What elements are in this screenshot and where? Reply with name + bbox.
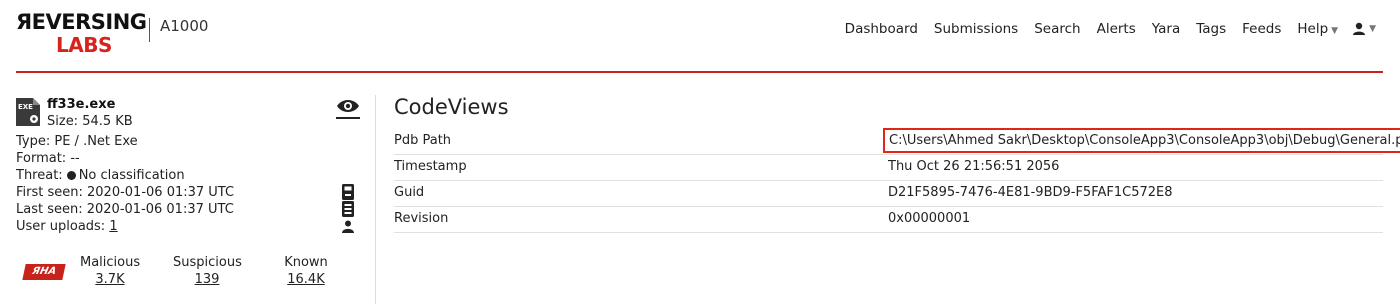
nav-alerts[interactable]: Alerts: [1097, 21, 1136, 37]
first-seen: First seen: 2020-01-06 01:37 UTC: [16, 185, 235, 200]
file-size: Size: 54.5 KB: [47, 114, 133, 129]
user-menu[interactable]: ▼: [1352, 22, 1376, 36]
last-seen: Last seen: 2020-01-06 01:37 UTC: [16, 202, 234, 217]
file-format: Format: --: [16, 151, 80, 166]
file-name[interactable]: ff33e.exe: [47, 97, 115, 112]
stat-malicious: Malicious 3.7K: [80, 255, 140, 287]
logo-text-bottom: LABS: [56, 33, 112, 57]
table-row: Revision 0x00000001: [394, 207, 1383, 233]
rha-badge: ЯHA: [22, 264, 66, 280]
user-uploads-label: User uploads:: [16, 219, 106, 234]
storage-icon[interactable]: [342, 201, 354, 217]
user-icon: [1353, 22, 1366, 35]
top-header: ЯEVERSING LABS A1000 Dashboard Submissio…: [0, 0, 1400, 74]
status-dot-icon: [66, 170, 76, 180]
stat-malicious-value[interactable]: 3.7K: [80, 272, 140, 287]
reversinglabs-logo[interactable]: ЯEVERSING LABS: [16, 10, 147, 58]
row-key: Revision: [394, 211, 449, 226]
header-red-rule: [16, 71, 1383, 73]
nav-help[interactable]: Help ▼: [1297, 21, 1338, 37]
pdb-path-value: C:\Users\Ahmed Sakr\Desktop\ConsoleApp3\…: [882, 128, 1400, 153]
nav-yara[interactable]: Yara: [1152, 21, 1180, 37]
table-row: Timestamp Thu Oct 26 21:56:51 2056: [394, 155, 1383, 181]
user-uploads: User uploads: 1: [16, 219, 118, 234]
row-key: Timestamp: [394, 159, 467, 174]
chevron-down-icon: ▼: [1331, 26, 1339, 36]
stat-suspicious-value[interactable]: 139: [173, 272, 241, 287]
file-type: Type: PE / .Net Exe: [16, 134, 138, 149]
svg-text:EXE: EXE: [18, 103, 33, 111]
threat-status: Threat: No classification: [16, 168, 185, 183]
device-icon[interactable]: [342, 184, 354, 200]
stat-known: Known 16.4K: [276, 255, 336, 287]
threat-label: Threat:: [16, 168, 63, 183]
section-title: CodeViews: [394, 95, 509, 119]
nav-feeds[interactable]: Feeds: [1242, 21, 1281, 37]
stat-suspicious-label: Suspicious: [173, 255, 242, 270]
user-uploads-link[interactable]: 1: [109, 219, 117, 234]
eye-icon[interactable]: [336, 98, 360, 120]
table-row: Guid D21F5895-7476-4E81-9BD9-F5FAF1C572E…: [394, 181, 1383, 207]
nav-help-label: Help: [1297, 21, 1329, 37]
logo-text-top: ЯEVERSING: [16, 10, 147, 34]
table-row: Pdb Path C:\Users\Ahmed Sakr\Desktop\Con…: [394, 128, 1400, 155]
chevron-down-icon: ▼: [1369, 24, 1376, 34]
nav-submissions[interactable]: Submissions: [934, 21, 1018, 37]
codeviews-panel: CodeViews Pdb Path C:\Users\Ahmed Sakr\D…: [394, 94, 1400, 233]
codeviews-table: Pdb Path C:\Users\Ahmed Sakr\Desktop\Con…: [394, 128, 1400, 233]
stat-known-label: Known: [284, 255, 328, 270]
product-name: A1000: [160, 17, 209, 35]
exe-file-icon: EXE: [16, 98, 40, 126]
stat-suspicious: Suspicious 139: [173, 255, 242, 287]
row-value: 0x00000001: [888, 211, 971, 226]
threat-value: No classification: [78, 168, 185, 183]
panel-divider: [375, 95, 376, 304]
sample-summary-panel: EXE ff33e.exe Size: 54.5 KB Type: PE / .…: [16, 94, 364, 304]
stat-known-value[interactable]: 16.4K: [276, 272, 336, 287]
stat-malicious-label: Malicious: [80, 255, 141, 270]
main-nav: Dashboard Submissions Search Alerts Yara…: [829, 21, 1376, 37]
user-icon[interactable]: [342, 220, 354, 233]
header-divider: [149, 18, 150, 42]
row-key: Pdb Path: [394, 133, 452, 148]
nav-tags[interactable]: Tags: [1196, 21, 1226, 37]
nav-search[interactable]: Search: [1034, 21, 1080, 37]
nav-dashboard[interactable]: Dashboard: [845, 21, 918, 37]
row-value: D21F5895-7476-4E81-9BD9-F5FAF1C572E8: [888, 185, 1173, 200]
row-key: Guid: [394, 185, 425, 200]
row-value: Thu Oct 26 21:56:51 2056: [888, 159, 1060, 174]
